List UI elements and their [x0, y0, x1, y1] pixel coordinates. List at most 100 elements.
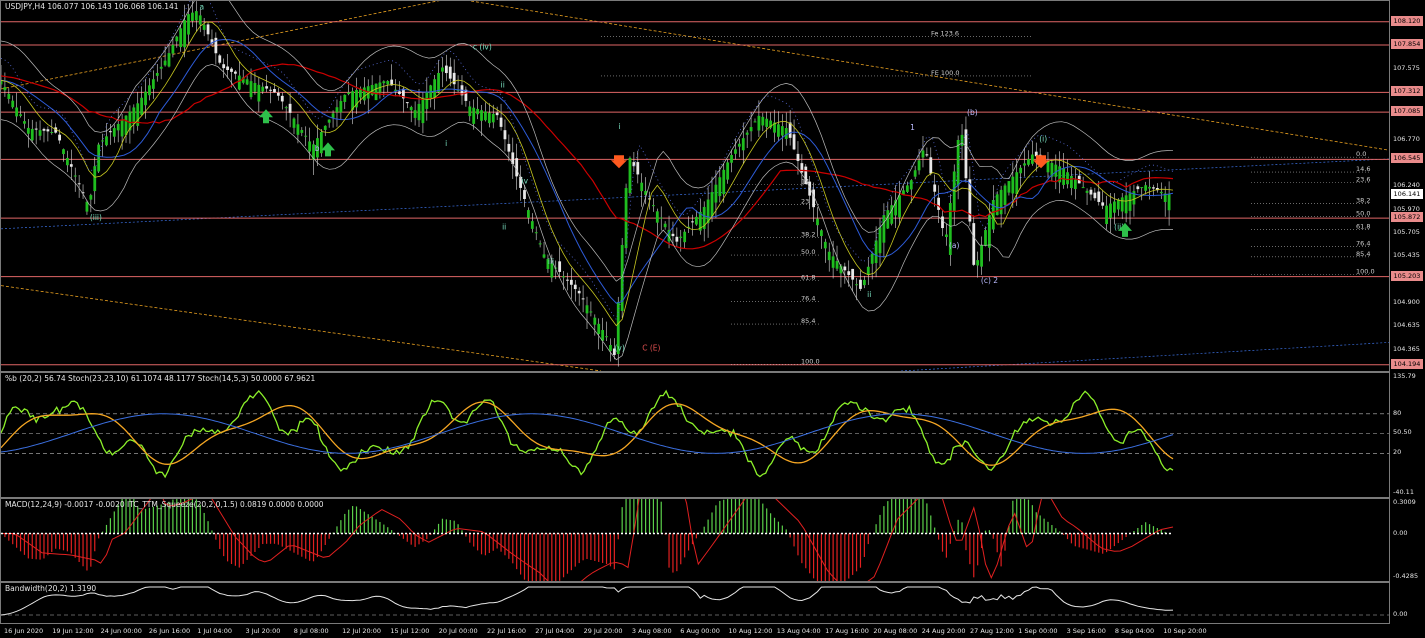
candle-body — [202, 24, 206, 30]
macd-panel[interactable]: MACD(12,24,9) -0.0017 -0.0020 ITC_TTM_Sq… — [0, 498, 1390, 582]
wave-label: iii — [548, 257, 554, 266]
price-tick-label: 104.635 — [1393, 321, 1420, 330]
candle-body — [42, 128, 46, 131]
time-axis-label: 27 Aug 12:00 — [970, 627, 1014, 635]
wave-label: C (E) — [642, 343, 660, 352]
candle-body — [655, 211, 659, 223]
candle-body — [73, 175, 77, 177]
wave-label: ii — [867, 290, 871, 299]
macd-scale[interactable]: 0.3009 0.00 -0.4285 — [1390, 498, 1425, 582]
candle-body — [159, 66, 163, 69]
candle-body — [788, 122, 792, 138]
price-panel[interactable]: Fe 123.6 FE 100.0 0.0 14.6 23.6 38.2 50.0 61.8 7… — [0, 0, 1390, 372]
candle-body — [11, 100, 15, 108]
candle-body — [1085, 190, 1089, 193]
candle-body — [58, 134, 61, 141]
candle-body — [726, 162, 730, 180]
candle-body — [1128, 193, 1132, 211]
macd-chart[interactable] — [1, 499, 1389, 581]
time-axis-label: 3 Jul 20:00 — [245, 627, 281, 635]
candle-body — [800, 163, 804, 173]
bandwidth-panel[interactable]: Bandwidth(20,2) 1.3190 — [0, 582, 1390, 624]
candle-body — [984, 230, 987, 246]
candle-body — [409, 107, 413, 111]
wave-label: ii — [502, 223, 506, 232]
candle-body — [562, 276, 565, 278]
candle-body — [851, 268, 855, 280]
time-axis-label: 10 Sep 20:00 — [1163, 627, 1207, 635]
wave-label: (c) 2 — [981, 276, 998, 285]
time-axis[interactable]: 16 Jun 2020 19 Jun 12:00 24 Jun 00:00 26 Ju… — [0, 624, 1390, 638]
candle-body — [398, 91, 401, 95]
candle-body — [820, 230, 823, 237]
price-panel-title: USDJPY,H4 106.077 106.143 106.068 106.14… — [5, 2, 179, 11]
stochastic-tick-label: 50.50 — [1393, 428, 1412, 437]
candle-body — [597, 323, 601, 335]
candle-body — [38, 130, 42, 136]
candle-body — [1136, 186, 1140, 190]
stochastic-tick-label: 20 — [1393, 448, 1402, 457]
candle-body — [116, 123, 120, 131]
fib-level-label: 76.4 — [1356, 239, 1370, 247]
stochastic-scale[interactable]: 135.79 80 50.50 20 -40.11 — [1390, 372, 1425, 498]
level-price-tag: 108.120 — [1391, 15, 1423, 26]
candle-body — [980, 245, 983, 267]
bandwidth-panel-title: Bandwidth(20,2) 1.3190 — [5, 584, 97, 593]
candle-body — [245, 79, 249, 85]
candle-body — [1089, 189, 1093, 195]
candle-body — [874, 240, 878, 263]
fib-level-label: 38.2 — [801, 231, 815, 239]
candle-body — [573, 284, 577, 290]
level-price-tag: 106.545 — [1391, 153, 1423, 164]
time-axis-label: 8 Sep 04:00 — [1114, 627, 1155, 635]
candle-body — [487, 112, 491, 124]
stochastic-chart[interactable] — [1, 373, 1389, 497]
stochastic-tick-label: 135.79 — [1393, 372, 1416, 380]
candle-body — [761, 116, 765, 126]
candle-body — [757, 115, 761, 131]
candle-body — [659, 217, 663, 219]
candle-body — [1066, 172, 1069, 185]
candle-body — [796, 153, 800, 161]
candle-body — [30, 128, 34, 141]
stochastic-tick-label: 80 — [1393, 408, 1402, 417]
candle-body — [476, 108, 480, 115]
percent-b-line — [1, 413, 1174, 454]
wave-label: ii — [501, 80, 505, 89]
candle-body — [26, 127, 30, 134]
candle-body — [585, 305, 589, 314]
price-chart[interactable]: Fe 123.6 FE 100.0 0.0 14.6 23.6 38.2 50.0 61.8 7… — [1, 1, 1389, 371]
wave-label: iv — [522, 176, 529, 185]
stochastic-panel[interactable]: %b (20,2) 56.74 Stoch(23,23,10) 61.1074 … — [0, 372, 1390, 498]
candle-body — [230, 68, 233, 72]
candle-body — [441, 67, 444, 72]
time-axis-label: 20 Jul 00:00 — [438, 627, 478, 635]
candle-body — [66, 157, 69, 166]
candle-body — [1109, 203, 1112, 218]
fib-level-label: 23.6 — [1356, 176, 1370, 184]
macd-panel-title: MACD(12,24,9) -0.0017 -0.0020 ITC_TTM_Sq… — [5, 500, 324, 509]
candle-body — [405, 102, 409, 104]
fib-level-label: 61.8 — [801, 273, 815, 281]
bandwidth-scale[interactable]: 0.00 — [1390, 582, 1425, 624]
bandwidth-line — [1, 586, 1174, 616]
candle-body — [999, 189, 1003, 215]
candle-body — [855, 284, 858, 286]
time-axis-label: 15 Jul 12:00 — [390, 627, 430, 635]
price-tick-label: 105.435 — [1393, 251, 1420, 260]
candle-body — [124, 115, 128, 135]
candle-body — [745, 132, 749, 135]
candle-body — [964, 129, 968, 179]
price-scale[interactable]: 108.120 107.854 107.575 107.312 107.085 106.7… — [1390, 0, 1425, 372]
candle-body — [448, 66, 452, 79]
candle-body — [866, 266, 870, 275]
candle-body — [730, 154, 733, 163]
chart-window[interactable]: Fe 123.6 FE 100.0 0.0 14.6 23.6 38.2 50.0 61.8 7… — [0, 0, 1425, 638]
candle-body — [187, 14, 190, 35]
candle-body — [1105, 205, 1108, 225]
fib-level-label: 85.4 — [1356, 250, 1370, 258]
wave-label: (a) — [949, 241, 960, 250]
candle-body — [1073, 179, 1077, 190]
moving-average-red — [1, 63, 1174, 250]
bandwidth-chart[interactable] — [1, 583, 1389, 623]
